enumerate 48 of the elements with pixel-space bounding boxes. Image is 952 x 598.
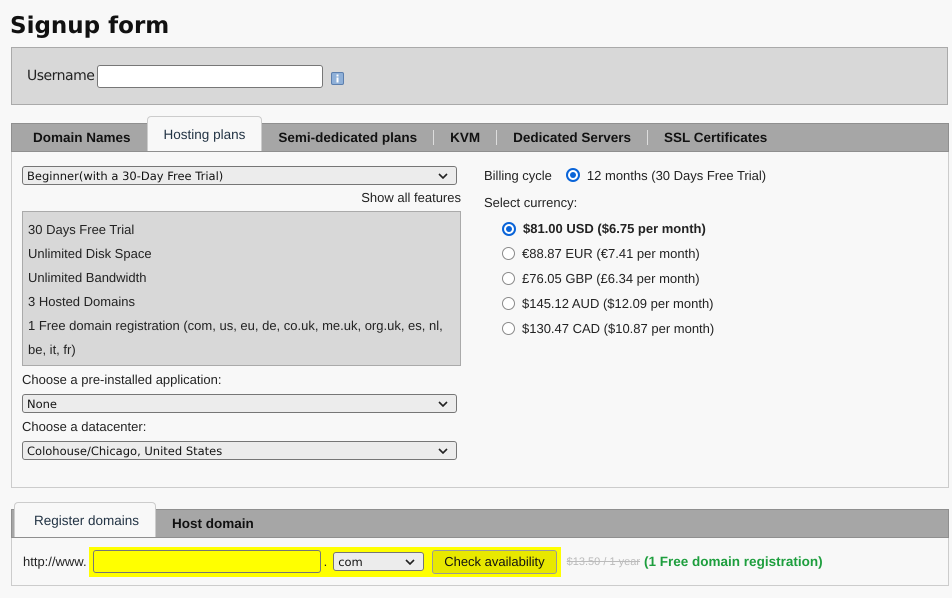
application-dropdown[interactable]: None — [22, 394, 457, 413]
page-title: Signup form — [9, 12, 170, 41]
plan-dropdown[interactable]: Beginner(with a 30-Day Free Trial) — [22, 166, 457, 185]
username-field[interactable] — [97, 64, 324, 88]
tld-dropdown[interactable]: com — [333, 552, 424, 571]
free-registration-note: (1 Free domain registration) — [644, 554, 823, 569]
url-prefix: http://www. — [23, 554, 87, 569]
chevron-icon — [438, 400, 448, 406]
chevron-icon — [405, 558, 416, 564]
username-label: Username — [27, 68, 94, 84]
tab[interactable]: KVM — [434, 124, 496, 151]
domain-field[interactable] — [92, 550, 321, 573]
dot-separator: . — [324, 554, 328, 569]
radio-label: €88.87 EUR (€7.41 per month) — [522, 246, 700, 261]
currency-label: Select currency: — [484, 195, 578, 210]
field-label: Choose a pre-installed application: — [22, 372, 222, 387]
radio-button[interactable] — [566, 168, 580, 182]
feature-item: Unlimited Disk Space — [28, 245, 153, 263]
radio-label: $145.12 AUD ($12.09 per month) — [522, 296, 714, 311]
tab[interactable]: Register domains — [14, 502, 156, 537]
old-price: $13.50 / 1 year — [566, 556, 640, 568]
tab[interactable]: Dedicated Servers — [497, 124, 647, 151]
chevron-icon — [438, 172, 448, 178]
radio-button[interactable] — [502, 297, 515, 310]
feature-item: 3 Hosted Domains — [28, 293, 136, 311]
radio-label: 12 months (30 Days Free Trial) — [586, 168, 766, 182]
show-all-features-link[interactable]: Show all features — [361, 190, 461, 205]
feature-item: 1 Free domain registration (com, us, eu, de, co.uk, me.uk, org.uk, es, nl, be, it, fr) — [28, 317, 444, 359]
billing-cycle-label: Billing cycle — [484, 168, 552, 182]
feature-item: Unlimited Bandwidth — [28, 269, 148, 287]
radio-button[interactable] — [502, 272, 515, 285]
field-label: Choose a datacenter: — [22, 419, 148, 434]
tab[interactable]: Semi-dedicated plans — [262, 124, 434, 151]
info-icon[interactable] — [331, 72, 344, 84]
chevron-icon — [438, 448, 448, 454]
radio-button[interactable] — [502, 222, 516, 236]
radio-button[interactable] — [502, 322, 515, 335]
tab[interactable]: Host domain — [156, 510, 270, 537]
radio-label: $81.00 USD ($6.75 per month) — [523, 221, 706, 236]
radio-label: $130.47 CAD ($10.87 per month) — [522, 321, 714, 336]
radio-label: £76.05 GBP (£6.34 per month) — [522, 271, 700, 286]
radio-button[interactable] — [502, 247, 515, 260]
tab[interactable]: SSL Certificates — [648, 124, 784, 151]
feature-item: 30 Days Free Trial — [28, 221, 136, 239]
tab[interactable]: Hosting plans — [146, 116, 262, 151]
check-availability-button[interactable]: Check availability — [432, 550, 557, 574]
tab[interactable]: Domain Names — [14, 124, 147, 151]
datacenter-dropdown[interactable]: Colohouse/Chicago, United States — [22, 441, 457, 460]
